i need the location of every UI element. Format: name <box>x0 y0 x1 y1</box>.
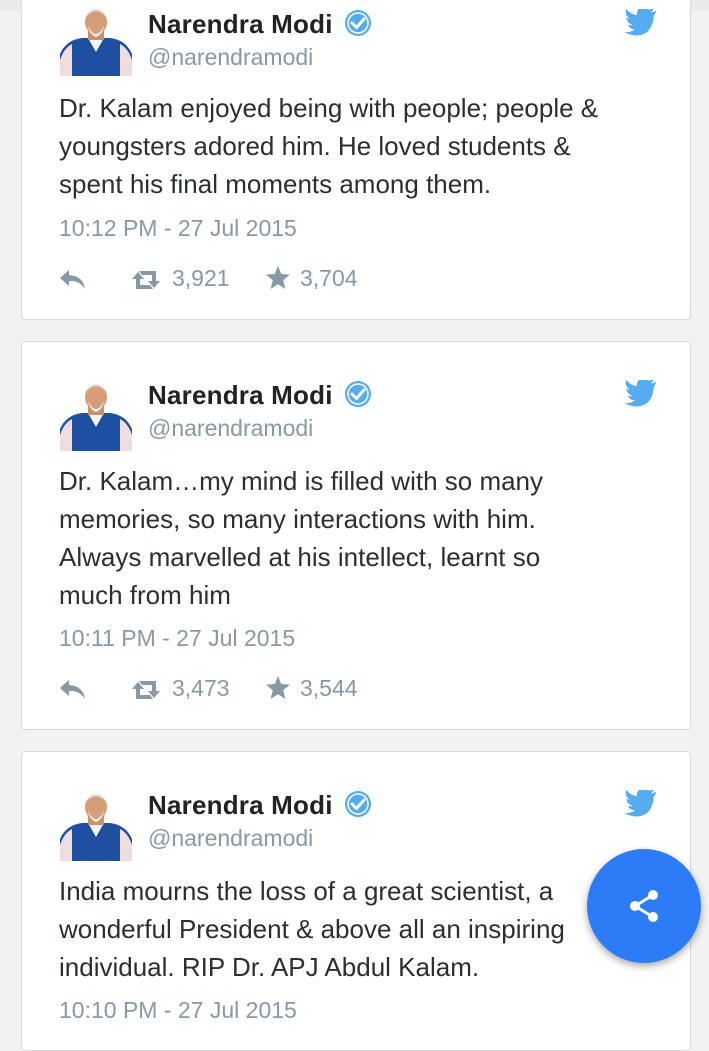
twitter-bird-icon[interactable] <box>624 380 658 408</box>
verified-badge-icon <box>344 9 372 37</box>
favorite-count: 3,544 <box>300 675 358 701</box>
twitter-bird-icon[interactable] <box>624 9 658 37</box>
tweet-actions: 3,921 3,704 <box>59 263 399 295</box>
tweet-text: India mourns the loss of a great scienti… <box>59 876 565 982</box>
retweet-count: 3,473 <box>172 675 230 701</box>
tweet-timestamp[interactable]: 10:10 PM - 27 Jul 2015 <box>59 997 297 1024</box>
author-name[interactable]: Narendra Modi <box>148 790 333 821</box>
author-name[interactable]: Narendra Modi <box>148 9 333 40</box>
reply-icon[interactable] <box>59 267 87 291</box>
avatar[interactable] <box>60 789 132 861</box>
retweet-count: 3,921 <box>172 265 230 291</box>
star-icon[interactable] <box>265 675 291 701</box>
verified-badge-icon <box>344 380 372 408</box>
reply-icon[interactable] <box>59 677 87 701</box>
tweet-text: Dr. Kalam enjoyed being with people; peo… <box>59 93 599 199</box>
author-handle[interactable]: @narendramodi <box>148 415 313 442</box>
avatar[interactable] <box>60 379 132 451</box>
favorite-count: 3,704 <box>300 265 358 291</box>
author-handle[interactable]: @narendramodi <box>148 825 313 852</box>
author-handle[interactable]: @narendramodi <box>148 44 313 71</box>
tweet-text: Dr. Kalam…my mind is filled with so many… <box>59 466 544 610</box>
share-button[interactable] <box>587 849 701 963</box>
tweet-actions: 3,473 3,544 <box>59 673 399 705</box>
star-icon[interactable] <box>265 265 291 291</box>
tweet-timestamp[interactable]: 10:11 PM - 27 Jul 2015 <box>59 625 295 652</box>
tweet-card[interactable]: Narendra Modi @narendramodi Dr. Kalam…my… <box>21 341 691 730</box>
share-icon <box>630 890 658 922</box>
twitter-bird-icon[interactable] <box>624 790 658 818</box>
retweet-icon[interactable] <box>129 269 163 291</box>
tweet-timestamp[interactable]: 10:12 PM - 27 Jul 2015 <box>59 215 297 242</box>
retweet-icon[interactable] <box>129 679 163 701</box>
author-name[interactable]: Narendra Modi <box>148 380 333 411</box>
tweet-card[interactable]: Narendra Modi @narendramodi Dr. Kalam en… <box>21 0 691 320</box>
verified-badge-icon <box>344 790 372 818</box>
avatar[interactable] <box>60 4 132 76</box>
